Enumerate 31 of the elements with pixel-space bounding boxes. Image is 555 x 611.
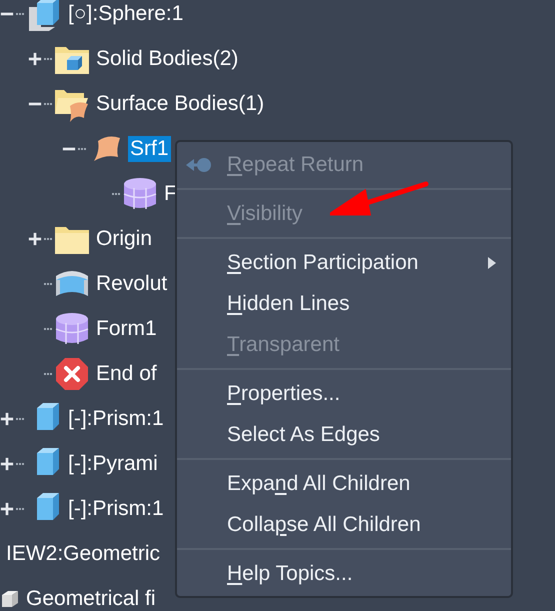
tree-item[interactable]: Form1 — [94, 316, 159, 342]
menu-item[interactable]: Properties... — [177, 373, 511, 414]
menu-item[interactable]: Expand All Children — [177, 463, 511, 504]
tree-item[interactable]: [-]:Prism:1 — [66, 406, 166, 432]
tree-item[interactable]: End of — [94, 360, 159, 386]
tree-item[interactable]: [-]:Prism:1 — [66, 496, 166, 522]
tree-item[interactable]: Surface Bodies(1) — [94, 90, 266, 116]
expand-icon[interactable] — [0, 412, 14, 426]
cylinder-icon — [54, 310, 90, 346]
expand-icon[interactable] — [0, 502, 14, 516]
tree-item[interactable]: Revolut — [94, 270, 170, 296]
menu-item[interactable]: Section Participation — [177, 242, 511, 283]
tree-item[interactable]: IEW2:Geometric — [4, 540, 162, 566]
tree-item[interactable]: [-]:Pyrami — [66, 450, 160, 476]
cylinder-icon — [122, 176, 158, 212]
menu-item[interactable]: Help Topics... — [177, 553, 511, 594]
tree-item[interactable]: [○]:Sphere:1 — [66, 0, 186, 26]
tree-item[interactable]: Geometrical fi — [24, 586, 158, 611]
menu-item[interactable]: Hidden Lines — [177, 283, 511, 324]
menu-item[interactable]: Collapse All Children — [177, 504, 511, 545]
menu-item[interactable]: Select As Edges — [177, 414, 511, 455]
tree-item[interactable]: Srf1 — [128, 136, 171, 162]
tree-item[interactable]: Origin — [94, 226, 154, 252]
expand-icon[interactable] — [0, 456, 14, 470]
tree-item[interactable]: Solid Bodies(2) — [94, 46, 240, 72]
box-icon — [0, 588, 20, 608]
expand-icon[interactable] — [28, 52, 42, 66]
expand-icon[interactable] — [28, 232, 42, 246]
tree-item[interactable]: F — [162, 180, 179, 206]
cube-icon — [27, 0, 61, 30]
error-icon — [55, 356, 89, 390]
